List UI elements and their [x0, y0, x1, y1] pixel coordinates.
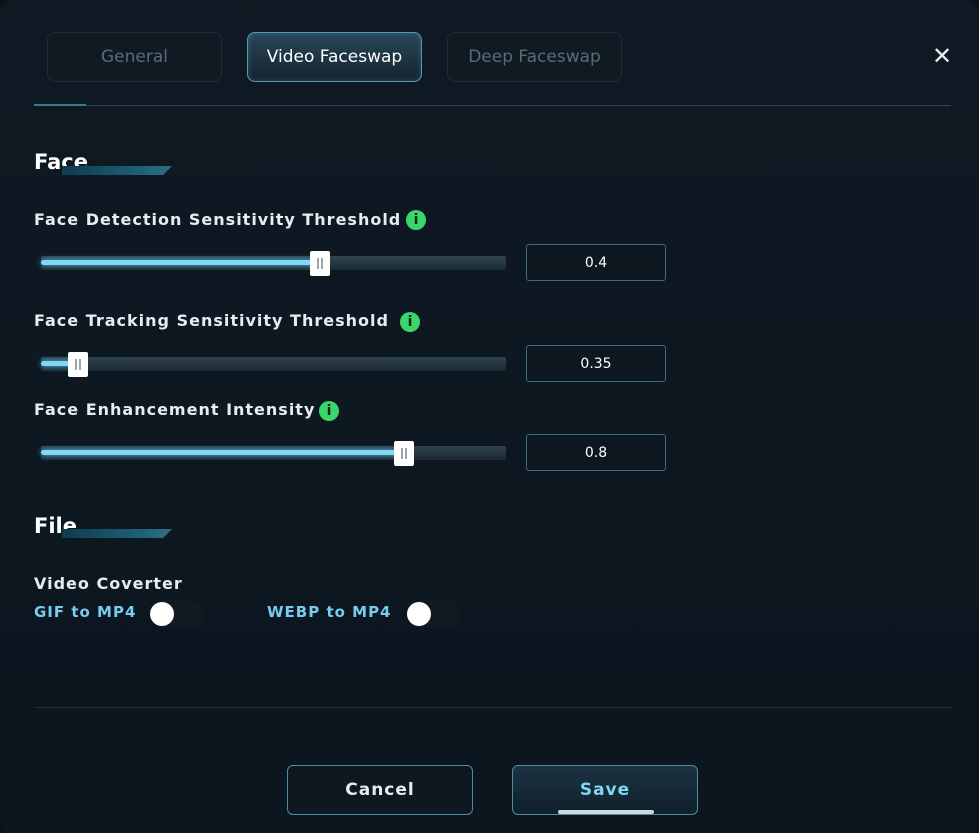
section-underline [62, 529, 172, 538]
detection-slider[interactable] [41, 251, 506, 276]
setting-label-tracking: Face Tracking Sensitivity Threshold [34, 311, 389, 330]
toggle-label-webp: WEBP to MP4 [267, 603, 392, 621]
enhancement-value-field[interactable]: 0.8 [526, 434, 666, 471]
footer-divider [34, 707, 951, 708]
close-icon[interactable]: ✕ [932, 44, 952, 68]
video-converter-label: Video Coverter [34, 574, 183, 593]
cancel-button[interactable]: Cancel [287, 765, 473, 815]
slider-thumb[interactable] [310, 251, 330, 276]
toggle-label-gif: GIF to MP4 [34, 603, 137, 621]
info-icon[interactable]: i [400, 312, 420, 332]
tab-video-faceswap[interactable]: Video Faceswap [247, 32, 422, 82]
tab-deep-faceswap[interactable]: Deep Faceswap [447, 32, 622, 82]
detection-value-field[interactable]: 0.4 [526, 244, 666, 281]
slider-thumb[interactable] [393, 441, 414, 466]
setting-label-detection: Face Detection Sensitivity Threshold [34, 210, 402, 229]
slider-thumb[interactable] [68, 352, 89, 377]
setting-label-enhancement: Face Enhancement Intensity [34, 400, 316, 419]
toggle-knob [407, 602, 431, 626]
slider-fill [41, 450, 404, 455]
toggle-knob [150, 602, 174, 626]
gif-to-mp4-toggle[interactable] [150, 600, 204, 628]
tab-divider [34, 105, 951, 106]
section-underline [62, 166, 172, 175]
save-button[interactable]: Save [512, 765, 698, 815]
enhancement-slider[interactable] [41, 441, 506, 466]
tab-general[interactable]: General [47, 32, 222, 82]
tab-divider-accent [34, 104, 86, 106]
settings-dialog: General Video Faceswap Deep Faceswap ✕ F… [0, 0, 979, 833]
tracking-value-field[interactable]: 0.35 [526, 345, 666, 382]
info-icon[interactable]: i [319, 401, 339, 421]
tracking-slider[interactable] [41, 352, 506, 377]
save-button-glow [558, 810, 654, 814]
info-icon[interactable]: i [406, 210, 426, 230]
slider-fill [41, 260, 320, 265]
webp-to-mp4-toggle[interactable] [407, 600, 461, 628]
